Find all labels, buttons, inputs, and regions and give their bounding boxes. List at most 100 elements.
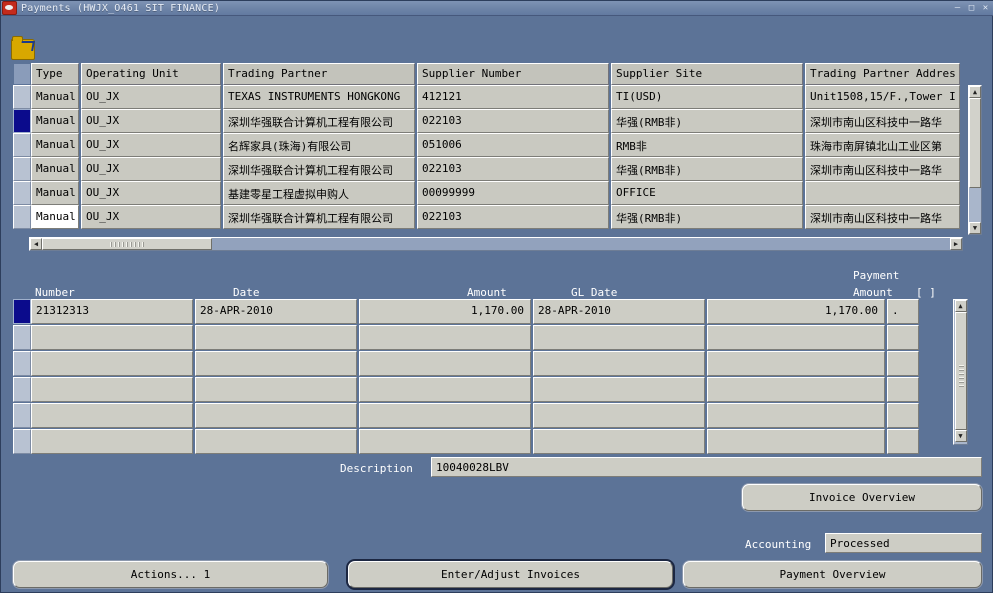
cell-trading-partner[interactable]: 基建零星工程虚拟申购人 — [223, 181, 415, 205]
cell-gl-date[interactable] — [533, 429, 705, 454]
column-header-operating-unit[interactable]: Operating Unit — [81, 63, 221, 85]
scroll-up-icon[interactable]: ▲ — [969, 86, 981, 98]
cell-flag[interactable] — [887, 351, 919, 376]
cell-flag[interactable] — [887, 377, 919, 402]
cell-number[interactable] — [31, 325, 193, 350]
cell-flag[interactable] — [887, 429, 919, 454]
table-row[interactable]: 21312313 28-APR-2010 1,170.00 28-APR-201… — [13, 299, 921, 324]
cell-supplier-site[interactable]: RMB非 — [611, 133, 803, 157]
minimize-icon[interactable]: – — [951, 2, 964, 14]
column-header-supplier-number[interactable]: Supplier Number — [417, 63, 609, 85]
cell-type[interactable]: Manual — [31, 205, 79, 229]
folder-open-icon[interactable] — [11, 36, 35, 60]
cell-date[interactable] — [195, 403, 357, 428]
cell-supplier-number[interactable]: 051006 — [417, 133, 609, 157]
cell-supplier-number[interactable]: 412121 — [417, 85, 609, 109]
cell-date[interactable] — [195, 351, 357, 376]
invoice-overview-button[interactable]: Invoice Overview — [742, 484, 982, 511]
cell-type[interactable]: Manual — [31, 157, 79, 181]
row-selector[interactable] — [13, 377, 31, 402]
scroll-up-icon[interactable]: ▲ — [954, 300, 967, 312]
cell-operating-unit[interactable]: OU_JX — [81, 157, 221, 181]
row-selector[interactable] — [13, 133, 31, 157]
cell-date[interactable] — [195, 377, 357, 402]
cell-trading-partner[interactable]: 名辉家具(珠海)有限公司 — [223, 133, 415, 157]
master-vertical-scrollbar[interactable]: ▲ ▼ — [968, 85, 982, 235]
cell-flag[interactable]: . — [887, 299, 919, 324]
cell-supplier-number[interactable]: 022103 — [417, 205, 609, 229]
cell-date[interactable]: 28-APR-2010 — [195, 299, 357, 324]
row-selector[interactable] — [13, 157, 31, 181]
row-selector[interactable] — [13, 205, 31, 229]
detail-vertical-scrollbar[interactable]: ▲ ▼ — [953, 299, 968, 445]
cell-flag[interactable] — [887, 325, 919, 350]
scroll-right-icon[interactable]: ▶ — [950, 238, 962, 250]
cell-date[interactable] — [195, 325, 357, 350]
description-input[interactable]: 10040028LBV — [431, 457, 982, 477]
row-selector[interactable] — [13, 109, 31, 133]
cell-supplier-site[interactable]: 华强(RMB非) — [611, 205, 803, 229]
actions-button[interactable]: Actions... 1 — [13, 561, 328, 588]
cell-type[interactable]: Manual — [31, 109, 79, 133]
cell-trading-partner-address[interactable]: 深圳市南山区科技中一路华 — [805, 109, 960, 133]
cell-trading-partner-address[interactable] — [805, 181, 960, 205]
cell-payment-amount[interactable] — [707, 351, 885, 376]
cell-gl-date[interactable]: 28-APR-2010 — [533, 299, 705, 324]
cell-amount[interactable] — [359, 403, 531, 428]
table-row[interactable]: Manual OU_JX 深圳华强联合计算机工程有限公司 022103 华强(R… — [13, 157, 982, 181]
cell-gl-date[interactable] — [533, 325, 705, 350]
cell-operating-unit[interactable]: OU_JX — [81, 133, 221, 157]
row-selector[interactable] — [13, 351, 31, 376]
payment-overview-button[interactable]: Payment Overview — [683, 561, 982, 588]
cell-amount[interactable]: 1,170.00 — [359, 299, 531, 324]
scrollbar-track[interactable] — [969, 188, 981, 222]
row-selector[interactable] — [13, 299, 31, 324]
cell-type[interactable]: Manual — [31, 181, 79, 205]
cell-amount[interactable] — [359, 377, 531, 402]
scroll-left-icon[interactable]: ◀ — [30, 238, 42, 250]
cell-number[interactable] — [31, 403, 193, 428]
cell-trading-partner[interactable]: 深圳华强联合计算机工程有限公司 — [223, 109, 415, 133]
cell-payment-amount[interactable] — [707, 377, 885, 402]
enter-adjust-invoices-button[interactable]: Enter/Adjust Invoices — [348, 561, 673, 588]
cell-supplier-site[interactable]: OFFICE — [611, 181, 803, 205]
cell-trading-partner-address[interactable]: Unit1508,15/F.,Tower I — [805, 85, 960, 109]
table-row[interactable] — [13, 429, 921, 454]
cell-amount[interactable] — [359, 325, 531, 350]
cell-flag[interactable] — [887, 403, 919, 428]
cell-supplier-site[interactable]: 华强(RMB非) — [611, 157, 803, 181]
cell-operating-unit[interactable]: OU_JX — [81, 85, 221, 109]
cell-payment-amount[interactable] — [707, 429, 885, 454]
cell-number[interactable] — [31, 429, 193, 454]
cell-type[interactable]: Manual — [31, 85, 79, 109]
cell-number[interactable] — [31, 351, 193, 376]
table-row[interactable]: Manual OU_JX 名辉家具(珠海)有限公司 051006 RMB非 珠海… — [13, 133, 982, 157]
cell-payment-amount[interactable] — [707, 403, 885, 428]
cell-payment-amount[interactable]: 1,170.00 — [707, 299, 885, 324]
cell-number[interactable]: 21312313 — [31, 299, 193, 324]
cell-type[interactable]: Manual — [31, 133, 79, 157]
column-header-supplier-site[interactable]: Supplier Site — [611, 63, 803, 85]
cell-supplier-number[interactable]: 022103 — [417, 157, 609, 181]
cell-trading-partner[interactable]: 深圳华强联合计算机工程有限公司 — [223, 157, 415, 181]
cell-operating-unit[interactable]: OU_JX — [81, 181, 221, 205]
cell-trading-partner[interactable]: TEXAS INSTRUMENTS HONGKONG — [223, 85, 415, 109]
cell-supplier-site[interactable]: TI(USD) — [611, 85, 803, 109]
cell-payment-amount[interactable] — [707, 325, 885, 350]
column-header-trading-partner-address[interactable]: Trading Partner Addres — [805, 63, 960, 85]
scroll-down-icon[interactable]: ▼ — [969, 222, 981, 234]
scroll-down-icon[interactable]: ▼ — [954, 430, 967, 442]
table-row[interactable] — [13, 351, 921, 376]
cell-supplier-number[interactable]: 00099999 — [417, 181, 609, 205]
column-header-type[interactable]: Type — [31, 63, 79, 85]
cell-number[interactable] — [31, 377, 193, 402]
row-selector[interactable] — [13, 181, 31, 205]
table-row[interactable] — [13, 403, 921, 428]
cell-trading-partner-address[interactable]: 深圳市南山区科技中一路华 — [805, 205, 960, 229]
close-icon[interactable]: ✕ — [979, 2, 992, 14]
cell-operating-unit[interactable]: OU_JX — [81, 205, 221, 229]
cell-trading-partner[interactable]: 深圳华强联合计算机工程有限公司 — [223, 205, 415, 229]
table-row[interactable]: Manual OU_JX 基建零星工程虚拟申购人 00099999 OFFICE — [13, 181, 982, 205]
cell-date[interactable] — [195, 429, 357, 454]
cell-supplier-number[interactable]: 022103 — [417, 109, 609, 133]
